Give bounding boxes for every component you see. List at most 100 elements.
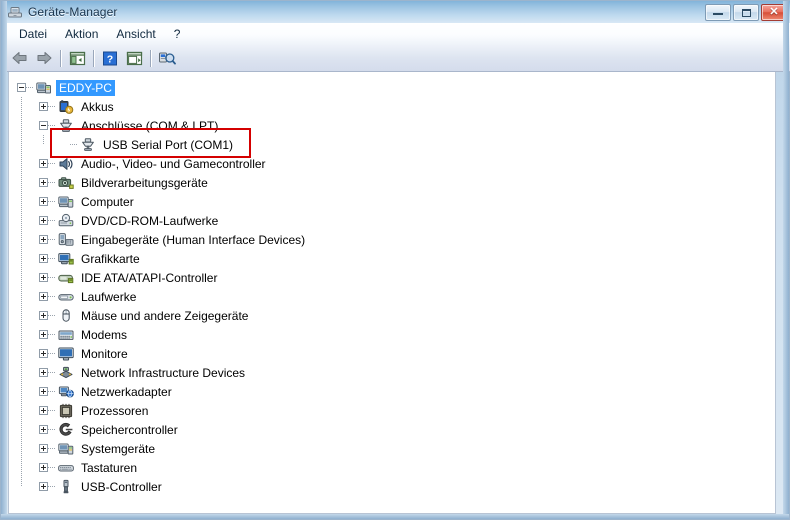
expand-toggle-icon[interactable] [39,311,48,320]
tree-node[interactable]: Anschlüsse (COM & LPT) [17,116,775,135]
tree-node-label: Tastaturen [78,460,140,476]
expand-toggle-icon[interactable] [39,444,48,453]
collapse-toggle-icon[interactable] [17,83,26,92]
expand-toggle-icon[interactable] [39,216,48,225]
expand-toggle-icon[interactable] [39,159,48,168]
device-manager-window: Geräte-Manager ✕ Datei Aktion Ansicht ? [0,0,790,520]
tree-node-label: USB-Controller [78,479,165,495]
battery-icon [58,99,74,115]
tree-connector-line [48,125,56,126]
device-tree: EDDY-PC Akkus Anschlüsse (COM & LPT) [9,72,775,496]
tree-node[interactable]: Computer [17,192,775,211]
expand-toggle-icon[interactable] [39,254,48,263]
toolbar-separator-2 [93,50,94,67]
maximize-button[interactable] [733,4,759,21]
tree-node-label: Mäuse und andere Zeigegeräte [78,308,251,324]
tree-node-label: Audio-, Video- und Gamecontroller [78,156,269,172]
tree-node[interactable]: USB Serial Port (COM1) [17,135,775,154]
collapse-toggle-icon[interactable] [39,121,48,130]
tree-connector-line [48,391,56,392]
tree-connector-line [26,87,34,88]
tree-node[interactable]: Audio-, Video- und Gamecontroller [17,154,775,173]
expand-toggle-icon[interactable] [39,292,48,301]
expand-toggle-icon[interactable] [39,387,48,396]
expand-toggle-icon[interactable] [39,406,48,415]
expand-toggle-icon[interactable] [39,425,48,434]
network-adapter-icon [58,384,74,400]
tree-connector-line [48,201,56,202]
tree-node-label: Anschlüsse (COM & LPT) [78,118,221,134]
tree-node[interactable]: Network Infrastructure Devices [17,363,775,382]
expand-toggle-icon[interactable] [39,197,48,206]
tree-connector-line [48,372,56,373]
tree-node[interactable]: Grafikkarte [17,249,775,268]
console-tree-button[interactable] [65,47,89,69]
tree-node[interactable]: Akkus [17,97,775,116]
properties-button[interactable] [122,47,146,69]
expand-toggle-icon[interactable] [39,368,48,377]
device-tree-pane[interactable]: EDDY-PC Akkus Anschlüsse (COM & LPT) [8,72,776,514]
tree-node[interactable]: Mäuse und andere Zeigegeräte [17,306,775,325]
tree-node[interactable]: Monitore [17,344,775,363]
tree-connector-line [48,239,56,240]
tree-node-label: Akkus [78,99,117,115]
keyboard-icon [58,460,74,476]
tree-node[interactable]: Netzwerkadapter [17,382,775,401]
tree-node[interactable]: Systemgeräte [17,439,775,458]
window-controls: ✕ [705,4,787,21]
tree-root-node[interactable]: EDDY-PC [17,78,775,97]
tree-node[interactable]: Eingabegeräte (Human Interface Devices) [17,230,775,249]
expand-toggle-icon[interactable] [39,235,48,244]
tree-connector-line [48,258,56,259]
scan-hardware-button[interactable] [155,47,179,69]
tree-node[interactable]: Speichercontroller [17,420,775,439]
tree-node[interactable]: USB-Controller [17,477,775,496]
tree-node[interactable]: DVD/CD-ROM-Laufwerke [17,211,775,230]
tree-node-label: Bildverarbeitungsgeräte [78,175,211,191]
expand-toggle-icon[interactable] [39,178,48,187]
tree-node-label: DVD/CD-ROM-Laufwerke [78,213,221,229]
menu-datei[interactable]: Datei [10,25,56,43]
tree-node-label: EDDY-PC [56,80,115,96]
disk-drive-icon [58,289,74,305]
tree-node-label: Network Infrastructure Devices [78,365,248,381]
display-adapter-icon [58,251,74,267]
tree-node-label: Netzwerkadapter [78,384,175,400]
forward-arrow-icon [35,50,53,66]
tree-connector-line [48,106,56,107]
expand-toggle-icon[interactable] [39,463,48,472]
tree-leaf-spacer [61,140,70,149]
help-icon: ? [102,51,118,66]
menu-ansicht[interactable]: Ansicht [107,25,164,43]
tree-node[interactable]: Bildverarbeitungsgeräte [17,173,775,192]
tree-node[interactable]: Modems [17,325,775,344]
tree-connector-line [48,410,56,411]
tree-node-label: Monitore [78,346,131,362]
expand-toggle-icon[interactable] [39,330,48,339]
back-button[interactable] [8,47,32,69]
tree-node-label: Computer [78,194,137,210]
expand-toggle-icon[interactable] [39,273,48,282]
monitor-icon [58,346,74,362]
network-infrastructure-icon [58,365,74,381]
forward-button[interactable] [32,47,56,69]
tree-node[interactable]: IDE ATA/ATAPI-Controller [17,268,775,287]
processor-icon [58,403,74,419]
expand-toggle-icon[interactable] [39,349,48,358]
tree-connector-line [48,296,56,297]
show-hide-console-tree-icon [69,51,86,66]
tree-node[interactable]: Laufwerke [17,287,775,306]
tree-node-label: USB Serial Port (COM1) [100,137,236,153]
expand-toggle-icon[interactable] [39,102,48,111]
help-button[interactable]: ? [98,47,122,69]
minimize-button[interactable] [705,4,731,21]
menu-help[interactable]: ? [165,25,190,43]
menu-aktion[interactable]: Aktion [56,25,107,43]
tree-vertical-guide [21,97,22,487]
tree-node[interactable]: Prozessoren [17,401,775,420]
title-bar[interactable]: Geräte-Manager ✕ [1,1,790,23]
expand-toggle-icon[interactable] [39,482,48,491]
tree-connector-line [48,220,56,221]
tree-node[interactable]: Tastaturen [17,458,775,477]
tree-connector-line [48,163,56,164]
